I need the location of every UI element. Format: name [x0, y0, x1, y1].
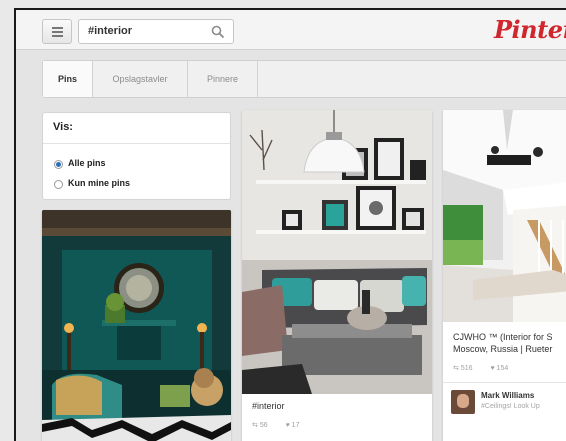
radio-all-pins[interactable]	[54, 160, 63, 169]
pinner-board[interactable]: #Ceilings! Look Up	[481, 403, 540, 410]
like-count: ♥ 17	[285, 422, 300, 429]
radio-my-pins[interactable]	[54, 180, 63, 189]
repin-count-value: 56	[259, 422, 268, 429]
search-icon[interactable]	[211, 25, 225, 39]
filter-title: Vis:	[53, 121, 73, 133]
pin-card[interactable]: CJWHO ™ (Interior for S Moscow, Russia |…	[443, 110, 566, 441]
radio-my-pins-label[interactable]: Kun mine pins	[68, 178, 130, 188]
tab-pins[interactable]: Pins	[43, 61, 93, 97]
tab-pinners[interactable]: Pinnere	[188, 61, 258, 97]
like-count-value: 17	[291, 422, 300, 429]
divider	[43, 143, 230, 144]
pin-image[interactable]	[242, 110, 432, 394]
like-count: ♥ 154	[490, 365, 509, 372]
top-header: #interior Pinterest	[16, 10, 566, 50]
repin-count: ⇆ 516	[453, 365, 473, 372]
radio-all-pins-label[interactable]: Alle pins	[68, 158, 106, 168]
menu-button[interactable]	[42, 19, 72, 44]
browser-page: #interior Pinterest Pins Opslagstavler P…	[14, 8, 566, 441]
tab-bar: Pins Opslagstavler Pinnere	[42, 60, 566, 98]
pin-card[interactable]	[42, 210, 231, 441]
tab-boards[interactable]: Opslagstavler	[93, 61, 188, 97]
pinner-name[interactable]: Mark Williams	[481, 391, 534, 400]
pinner-divider	[443, 382, 566, 383]
repin-count-value: 516	[460, 365, 473, 372]
search-input-value: #interior	[88, 25, 133, 37]
pin-stats: ⇆ 516 ♥ 154	[453, 364, 524, 372]
pinterest-logo[interactable]: Pinterest	[494, 15, 566, 44]
pin-caption[interactable]: CJWHO ™ (Interior for S Moscow, Russia |…	[453, 331, 553, 355]
pin-card[interactable]: #interior ⇆ 56 ♥ 17	[242, 110, 432, 441]
avatar-face	[457, 394, 469, 408]
pin-caption-line-1: CJWHO ™ (Interior for S	[453, 332, 553, 342]
search-input[interactable]: #interior	[78, 19, 234, 44]
pin-stats: ⇆ 56 ♥ 17	[252, 421, 315, 429]
pin-image[interactable]	[443, 110, 566, 322]
pin-image[interactable]	[42, 210, 231, 441]
menu-icon-bar	[52, 31, 63, 33]
repin-count: ⇆ 56	[252, 422, 268, 429]
pin-caption[interactable]: #interior	[252, 400, 285, 412]
like-count-value: 154	[496, 365, 509, 372]
pin-caption-line-2: Moscow, Russia | Rueter	[453, 344, 553, 354]
filter-card: Vis: Alle pins Kun mine pins	[42, 112, 231, 200]
menu-icon-bar	[52, 27, 63, 29]
menu-icon-bar	[52, 35, 63, 37]
pinner-avatar[interactable]	[451, 390, 475, 414]
